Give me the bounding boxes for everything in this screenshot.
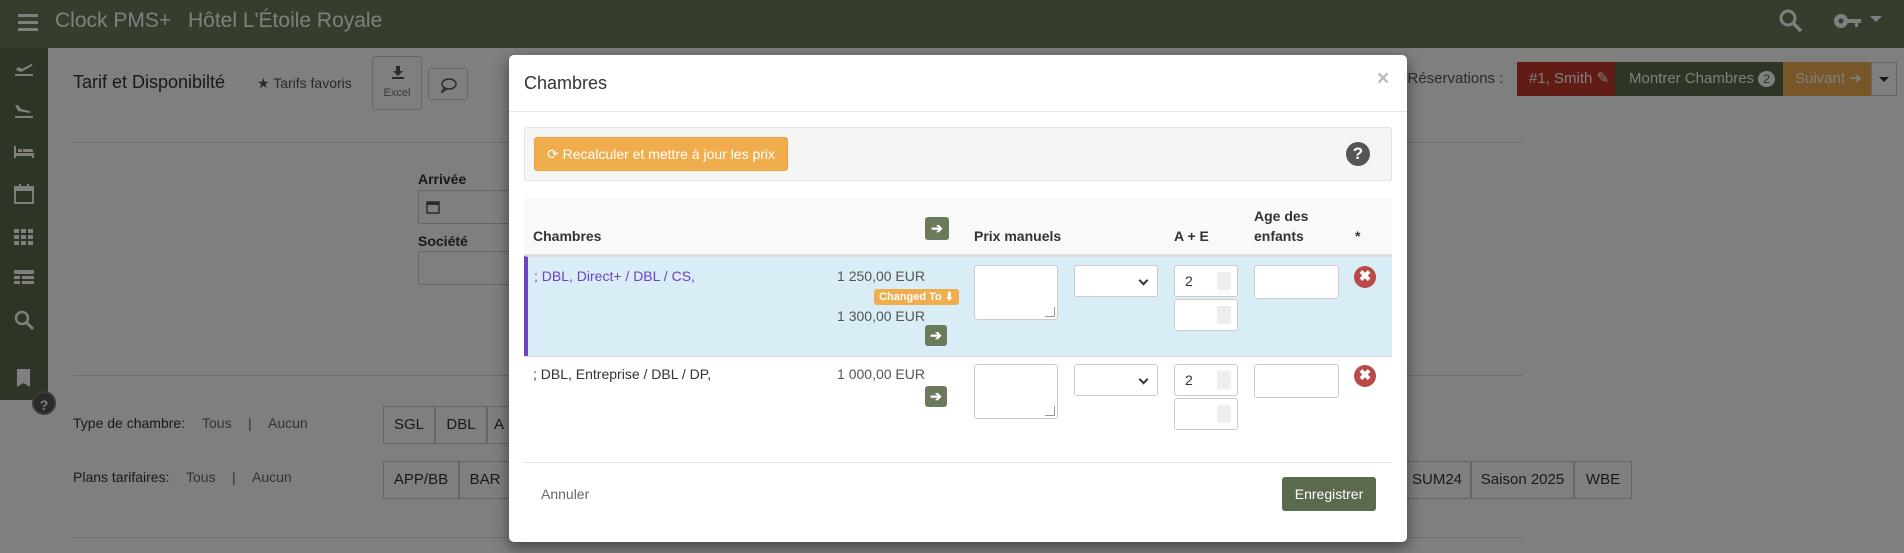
col-manual-price: Prix manuels <box>974 228 1062 244</box>
room-name[interactable]: ; DBL, Entreprise / DBL / DP, <box>533 366 711 382</box>
price-type-select[interactable] <box>1074 364 1158 396</box>
spinner-icon[interactable] <box>1217 306 1231 324</box>
refresh-icon: ⟳ <box>547 146 559 162</box>
spinner-icon[interactable] <box>1217 272 1231 290</box>
close-icon[interactable]: × <box>1377 67 1389 91</box>
modal-title: Chambres <box>524 73 608 93</box>
children-age-input[interactable] <box>1254 364 1339 398</box>
col-children-age-line2: enfants <box>1254 228 1304 244</box>
recalc-panel: ⟳ Recalculer et mettre à jour les prix ? <box>524 127 1392 181</box>
apply-price-arrow-icon[interactable]: ➔ <box>925 325 947 346</box>
adults-stepper[interactable]: 2 <box>1174 364 1238 396</box>
room-price: 1 250,00 EUR <box>837 268 925 284</box>
table-row: ; DBL, Entreprise / DBL / DP, 1 000,00 E… <box>524 356 1392 456</box>
adults-stepper[interactable]: 2 <box>1174 265 1238 297</box>
adults-value: 2 <box>1185 372 1193 388</box>
col-star: * <box>1355 228 1361 244</box>
room-name[interactable]: ; DBL, Direct+ / DBL / CS, <box>534 268 695 284</box>
apply-all-arrow-icon[interactable]: ➔ <box>925 217 949 240</box>
table-row: ; DBL, Direct+ / DBL / CS, 1 250,00 EUR … <box>524 256 1392 356</box>
children-age-input[interactable] <box>1254 265 1339 299</box>
cancel-button[interactable]: Annuler <box>541 486 589 502</box>
price-type-select[interactable] <box>1074 265 1158 297</box>
room-price: 1 000,00 EUR <box>837 366 925 382</box>
delete-icon[interactable]: ✖ <box>1354 266 1376 288</box>
apply-price-arrow-icon[interactable]: ➔ <box>925 386 947 407</box>
arrow-down-icon: ⬇ <box>944 291 955 303</box>
chevron-down-icon <box>1138 374 1149 385</box>
spinner-icon[interactable] <box>1217 371 1231 389</box>
help-icon[interactable]: ? <box>1346 142 1370 166</box>
divider <box>509 111 1407 112</box>
manual-price-textarea[interactable] <box>974 265 1058 320</box>
save-button[interactable]: Enregistrer <box>1282 477 1376 511</box>
spinner-icon[interactable] <box>1217 405 1231 423</box>
changed-label: Changed To <box>879 291 942 303</box>
manual-price-textarea[interactable] <box>974 364 1058 419</box>
rooms-modal: Chambres × ⟳ Recalculer et mettre à jour… <box>509 55 1407 542</box>
changed-badge: Changed To ⬇ <box>874 289 960 305</box>
chevron-down-icon <box>1138 275 1149 286</box>
col-rooms: Chambres <box>533 228 602 244</box>
delete-icon[interactable]: ✖ <box>1354 365 1376 387</box>
room-new-price: 1 300,00 EUR <box>837 308 925 324</box>
table-header: Chambres ➔ Prix manuels A + E Age des en… <box>524 198 1392 256</box>
recalculate-button[interactable]: ⟳ Recalculer et mettre à jour les prix <box>534 137 788 171</box>
col-adults-children: A + E <box>1174 228 1209 244</box>
children-stepper[interactable] <box>1174 398 1238 430</box>
recalculate-label: Recalculer et mettre à jour les prix <box>562 146 776 162</box>
children-stepper[interactable] <box>1174 299 1238 331</box>
adults-value: 2 <box>1185 273 1193 289</box>
col-children-age-line1: Age des <box>1254 208 1309 224</box>
divider <box>524 462 1392 463</box>
